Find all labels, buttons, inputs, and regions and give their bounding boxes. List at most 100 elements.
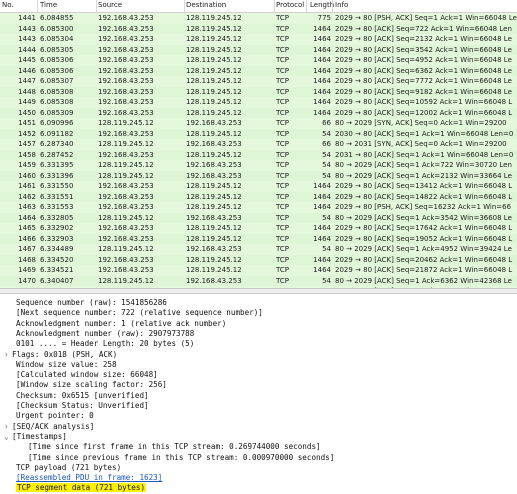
- packet-cell-no: 1459: [18, 161, 36, 169]
- packet-cell-time: 6.331550: [40, 182, 74, 190]
- packet-cell-proto: TCP: [276, 66, 289, 75]
- packet-cell-dst: 192.168.43.253: [186, 119, 242, 127]
- packet-cell-time: 6.085304: [40, 35, 74, 43]
- packet-row[interactable]: 1467 6.334489 128.119.245.12 192.168.43.253…: [0, 244, 517, 255]
- packet-cell-len: 1464: [313, 77, 331, 85]
- pane-splitter[interactable]: [0, 288, 517, 294]
- packet-cell-dst: 192.168.43.253: [186, 213, 242, 222]
- packet-cell-info: 2029 → 80 [ACK] Seq=9182 Ack=1 Win=66048…: [335, 87, 512, 96]
- packet-row[interactable]: 1447 6.085307 192.168.43.253 128.119.245.12…: [0, 76, 517, 87]
- col-header-source[interactable]: Source: [98, 1, 122, 9]
- expanded-arrow-icon[interactable]: ⌄: [4, 431, 12, 442]
- col-header-protocol[interactable]: Protocol: [276, 1, 304, 9]
- packet-cell-len: 54: [322, 213, 331, 222]
- packet-cell-no: 1447: [18, 77, 36, 85]
- packet-row[interactable]: 1452 6.091182 192.168.43.253 128.119.245.12…: [0, 128, 517, 139]
- packet-cell-len: 1464: [313, 182, 331, 190]
- packet-row[interactable]: 1451 6.090996 128.119.245.12 192.168.43.253…: [0, 118, 517, 129]
- packet-cell-src: 192.168.43.253: [98, 150, 154, 159]
- packet-cell-len: 66: [322, 140, 331, 148]
- packet-cell-src: 192.168.43.253: [98, 192, 154, 201]
- packet-row[interactable]: 1464 6.332805 128.119.245.12 192.168.43.253…: [0, 212, 517, 223]
- packet-row[interactable]: 1465 6.332902 192.168.43.253 128.119.245.12…: [0, 223, 517, 234]
- packet-row[interactable]: 1457 6.287340 128.119.245.12 192.168.43.253…: [0, 139, 517, 150]
- packet-row[interactable]: 1458 6.287452 192.168.43.253 128.119.245.12…: [0, 149, 517, 160]
- packet-cell-no: 1443: [18, 35, 36, 43]
- detail-text: Window size value: 258: [16, 359, 117, 369]
- packet-cell-info: 2029 → 80 [ACK] Seq=21872 Ack=1 Win=6604…: [335, 266, 513, 274]
- packet-cell-dst: 128.119.245.12: [186, 234, 242, 243]
- packet-cell-src: 192.168.43.253: [98, 87, 154, 96]
- packet-cell-no: 1449: [18, 98, 36, 106]
- packet-cell-no: 1446: [18, 66, 36, 75]
- col-header-destination[interactable]: Destination: [186, 1, 226, 9]
- packet-row[interactable]: 1462 6.331551 192.168.43.253 128.119.245.12…: [0, 191, 517, 202]
- packet-row[interactable]: 1441 6.084855 192.168.43.253 128.119.245.12…: [0, 13, 517, 24]
- packet-cell-no: 1443: [18, 24, 36, 33]
- packet-cell-proto: TCP: [276, 276, 289, 285]
- packet-cell-src: 128.119.245.12: [98, 140, 154, 148]
- packet-cell-time: 6.091182: [40, 129, 74, 138]
- col-header-info[interactable]: Info: [335, 1, 348, 9]
- detail-text: [Time since first frame in this TCP stre…: [28, 442, 321, 452]
- packet-row[interactable]: 1460 6.331396 128.119.245.12 192.168.43.253…: [0, 170, 517, 181]
- packet-cell-time: 6.331551: [40, 192, 74, 201]
- packet-row[interactable]: 1470 6.340407 128.119.245.12 192.168.43.253…: [0, 275, 517, 286]
- packet-cell-src: 192.168.43.253: [98, 255, 154, 264]
- detail-text: Acknowledgment number: 1 (relative ack n…: [16, 318, 227, 328]
- packet-cell-time: 6.332902: [40, 224, 74, 232]
- packet-cell-dst: 128.119.245.12: [186, 87, 242, 96]
- packet-row[interactable]: 1443 6.085300 192.168.43.253 128.119.245.12…: [0, 23, 517, 34]
- packet-cell-len: 54: [322, 150, 331, 159]
- packet-cell-proto: TCP: [276, 255, 289, 264]
- packet-cell-no: 1452: [18, 129, 36, 138]
- packet-cell-proto: TCP: [276, 98, 289, 106]
- packet-cell-proto: TCP: [276, 108, 289, 117]
- packet-cell-len: 54: [322, 129, 331, 138]
- packet-cell-proto: TCP: [276, 224, 289, 232]
- packet-cell-no: 1468: [18, 255, 36, 264]
- packet-cell-time: 6.334521: [40, 266, 74, 274]
- packet-cell-src: 128.119.245.12: [98, 171, 154, 180]
- packet-cell-time: 6.334489: [40, 245, 74, 253]
- packet-row[interactable]: 1450 6.085309 192.168.43.253 128.119.245.12…: [0, 107, 517, 118]
- packet-row[interactable]: 1461 6.331550 192.168.43.253 128.119.245.12…: [0, 181, 517, 192]
- packet-row[interactable]: 1449 6.085308 192.168.43.253 128.119.245.12…: [0, 97, 517, 108]
- detail-text: [SEQ/ACK analysis]: [12, 421, 95, 431]
- packet-cell-src: 128.119.245.12: [98, 213, 154, 222]
- packet-row[interactable]: 1448 6.085308 192.168.43.253 128.119.245.12…: [0, 86, 517, 97]
- packet-cell-dst: 192.168.43.253: [186, 171, 242, 180]
- packet-cell-len: 54: [322, 245, 331, 253]
- packet-cell-src: 192.168.43.253: [98, 234, 154, 243]
- packet-row[interactable]: 1444 6.085305 192.168.43.253 128.119.245.12…: [0, 44, 517, 55]
- packet-cell-proto: TCP: [276, 24, 289, 33]
- col-header-length[interactable]: Length: [310, 1, 334, 9]
- packet-row[interactable]: 1443 6.085304 192.168.43.253 128.119.245.12…: [0, 34, 517, 45]
- packet-row[interactable]: 1466 6.332903 192.168.43.253 128.119.245.12…: [0, 233, 517, 244]
- packet-cell-info: 80 → 2029 [ACK] Seq=1 Ack=2132 Win=33664…: [335, 171, 512, 180]
- packet-row[interactable]: 1459 6.331395 128.119.245.12 192.168.43.253…: [0, 160, 517, 171]
- packet-cell-proto: TCP: [276, 14, 289, 22]
- col-header-time[interactable]: Time: [40, 1, 57, 9]
- packet-row[interactable]: 1468 6.334520 192.168.43.253 128.119.245.12…: [0, 254, 517, 265]
- detail-line[interactable]: TCP segment data (721 bytes): [16, 482, 147, 493]
- packet-cell-info: 2029 → 80 [PSH, ACK] Seq=1 Ack=1 Win=660…: [335, 14, 517, 22]
- packet-row[interactable]: 1445 6.085306 192.168.43.253 128.119.245.12…: [0, 55, 517, 66]
- reassembled-pdu-link[interactable]: [Reassembled PDU in frame: 1623]: [16, 473, 162, 482]
- packet-cell-info: 80 → 2029 [ACK] Seq=1 Ack=3542 Win=36608…: [335, 213, 512, 222]
- packet-list[interactable]: No. Time Source Destination Protocol Len…: [0, 0, 517, 288]
- collapsed-arrow-icon[interactable]: ›: [4, 349, 12, 360]
- packet-row[interactable]: 1446 6.085306 192.168.43.253 128.119.245.12…: [0, 65, 517, 76]
- packet-cell-len: 1464: [313, 56, 331, 64]
- packet-cell-src: 192.168.43.253: [98, 66, 154, 75]
- packet-cell-no: 1450: [18, 108, 36, 117]
- packet-cell-len: 1464: [313, 24, 331, 33]
- packet-cell-info: 2029 → 80 [ACK] Seq=722 Ack=1 Win=66048 …: [335, 24, 512, 33]
- packet-row[interactable]: 1463 6.331553 192.168.43.253 128.119.245.12…: [0, 202, 517, 213]
- packet-cell-no: 1464: [18, 213, 36, 222]
- packet-cell-dst: 128.119.245.12: [186, 266, 242, 274]
- packet-row[interactable]: 1469 6.334521 192.168.43.253 128.119.245.12…: [0, 265, 517, 276]
- packet-cell-src: 192.168.43.253: [98, 14, 154, 22]
- col-header-no[interactable]: No.: [2, 1, 14, 9]
- packet-details-tree[interactable]: Sequence number (raw): 1541856286 [Next s…: [0, 296, 517, 494]
